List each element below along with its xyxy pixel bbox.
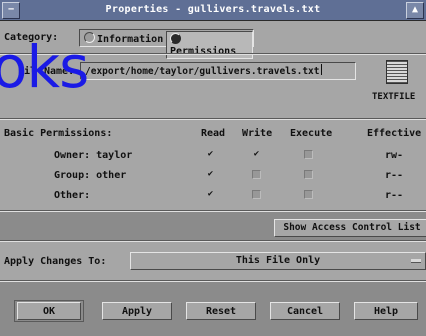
permission-row-group-label: Group: other xyxy=(54,170,127,181)
reset-button[interactable]: Reset xyxy=(186,302,256,320)
permission-row-owner-label: Owner: taylor xyxy=(54,150,133,161)
group-effective: r-- xyxy=(385,170,404,181)
other-write-checkbox[interactable] xyxy=(252,190,261,199)
window-title: Properties - gullivers.travels.txt xyxy=(105,4,321,15)
overlay-text: oks xyxy=(0,33,89,101)
divider xyxy=(0,210,426,212)
file-name-field[interactable]: /export/home/taylor/gullivers.travels.tx… xyxy=(80,62,356,80)
text-file-icon xyxy=(386,60,408,84)
group-execute-checkbox[interactable] xyxy=(304,170,313,179)
text-caret xyxy=(320,64,322,75)
apply-button[interactable]: Apply xyxy=(102,302,172,320)
column-execute: Execute xyxy=(290,128,333,139)
title-bar[interactable]: − Properties - gullivers.travels.txt ▲ xyxy=(0,0,426,21)
apply-changes-dropdown[interactable]: This File Only xyxy=(130,252,426,270)
other-read-checkbox[interactable]: ✔ xyxy=(206,190,215,199)
ok-button[interactable]: OK xyxy=(17,302,81,320)
owner-write-checkbox[interactable]: ✔ xyxy=(252,150,261,159)
maximize-icon[interactable]: ▲ xyxy=(406,2,424,19)
group-write-checkbox[interactable] xyxy=(252,170,261,179)
divider xyxy=(0,240,426,242)
apply-changes-label: Apply Changes To: xyxy=(4,256,107,267)
help-button[interactable]: Help xyxy=(354,302,418,320)
permission-row-other-label: Other: xyxy=(54,190,91,201)
column-effective: Effective xyxy=(367,128,422,139)
divider xyxy=(0,280,426,282)
category-option-information[interactable]: Information xyxy=(84,32,163,45)
dropdown-arrow-icon xyxy=(411,259,421,263)
other-execute-checkbox[interactable] xyxy=(304,190,313,199)
permissions-heading: Basic Permissions: xyxy=(4,128,113,139)
owner-read-checkbox[interactable]: ✔ xyxy=(206,150,215,159)
column-write: Write xyxy=(242,128,273,139)
other-effective: r-- xyxy=(385,190,404,201)
properties-window: − Properties - gullivers.travels.txt ▲ C… xyxy=(0,0,426,336)
file-type-label: TEXTFILE xyxy=(372,92,416,102)
show-acl-button[interactable]: Show Access Control List xyxy=(274,219,426,237)
radio-selected-icon xyxy=(170,33,181,44)
category-selector: Information Permissions xyxy=(79,29,254,59)
divider xyxy=(0,118,426,120)
owner-execute-checkbox[interactable] xyxy=(304,150,313,159)
cancel-button[interactable]: Cancel xyxy=(270,302,340,320)
column-read: Read xyxy=(201,128,226,139)
owner-effective: rw- xyxy=(385,150,404,161)
group-read-checkbox[interactable]: ✔ xyxy=(206,170,215,179)
